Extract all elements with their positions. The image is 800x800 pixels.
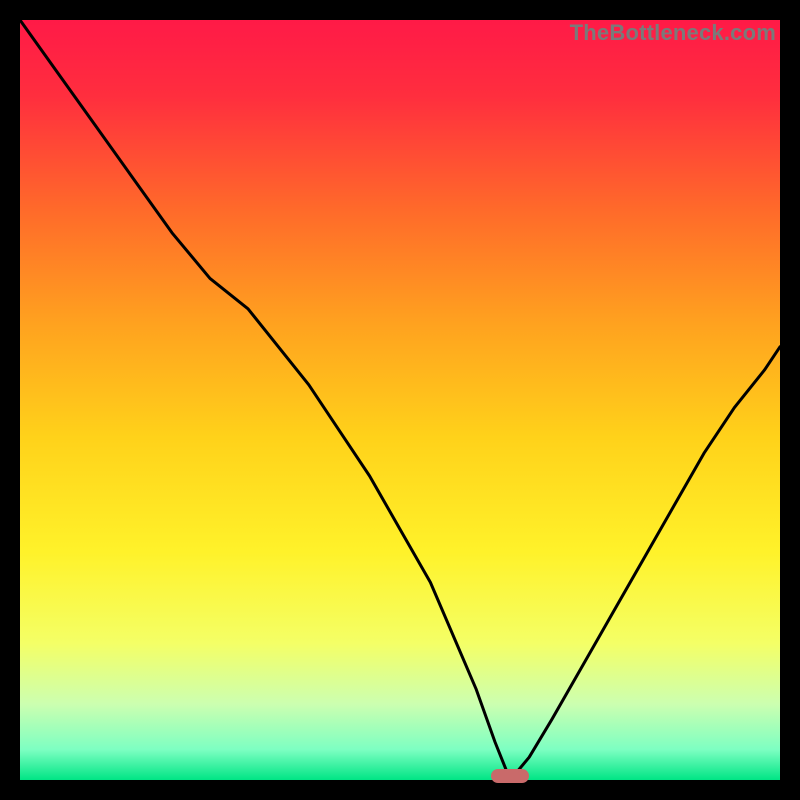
optimal-marker <box>491 769 529 783</box>
watermark-text: TheBottleneck.com <box>570 20 776 46</box>
bottleneck-chart <box>20 20 780 780</box>
chart-frame: TheBottleneck.com <box>20 20 780 780</box>
gradient-background <box>20 20 780 780</box>
